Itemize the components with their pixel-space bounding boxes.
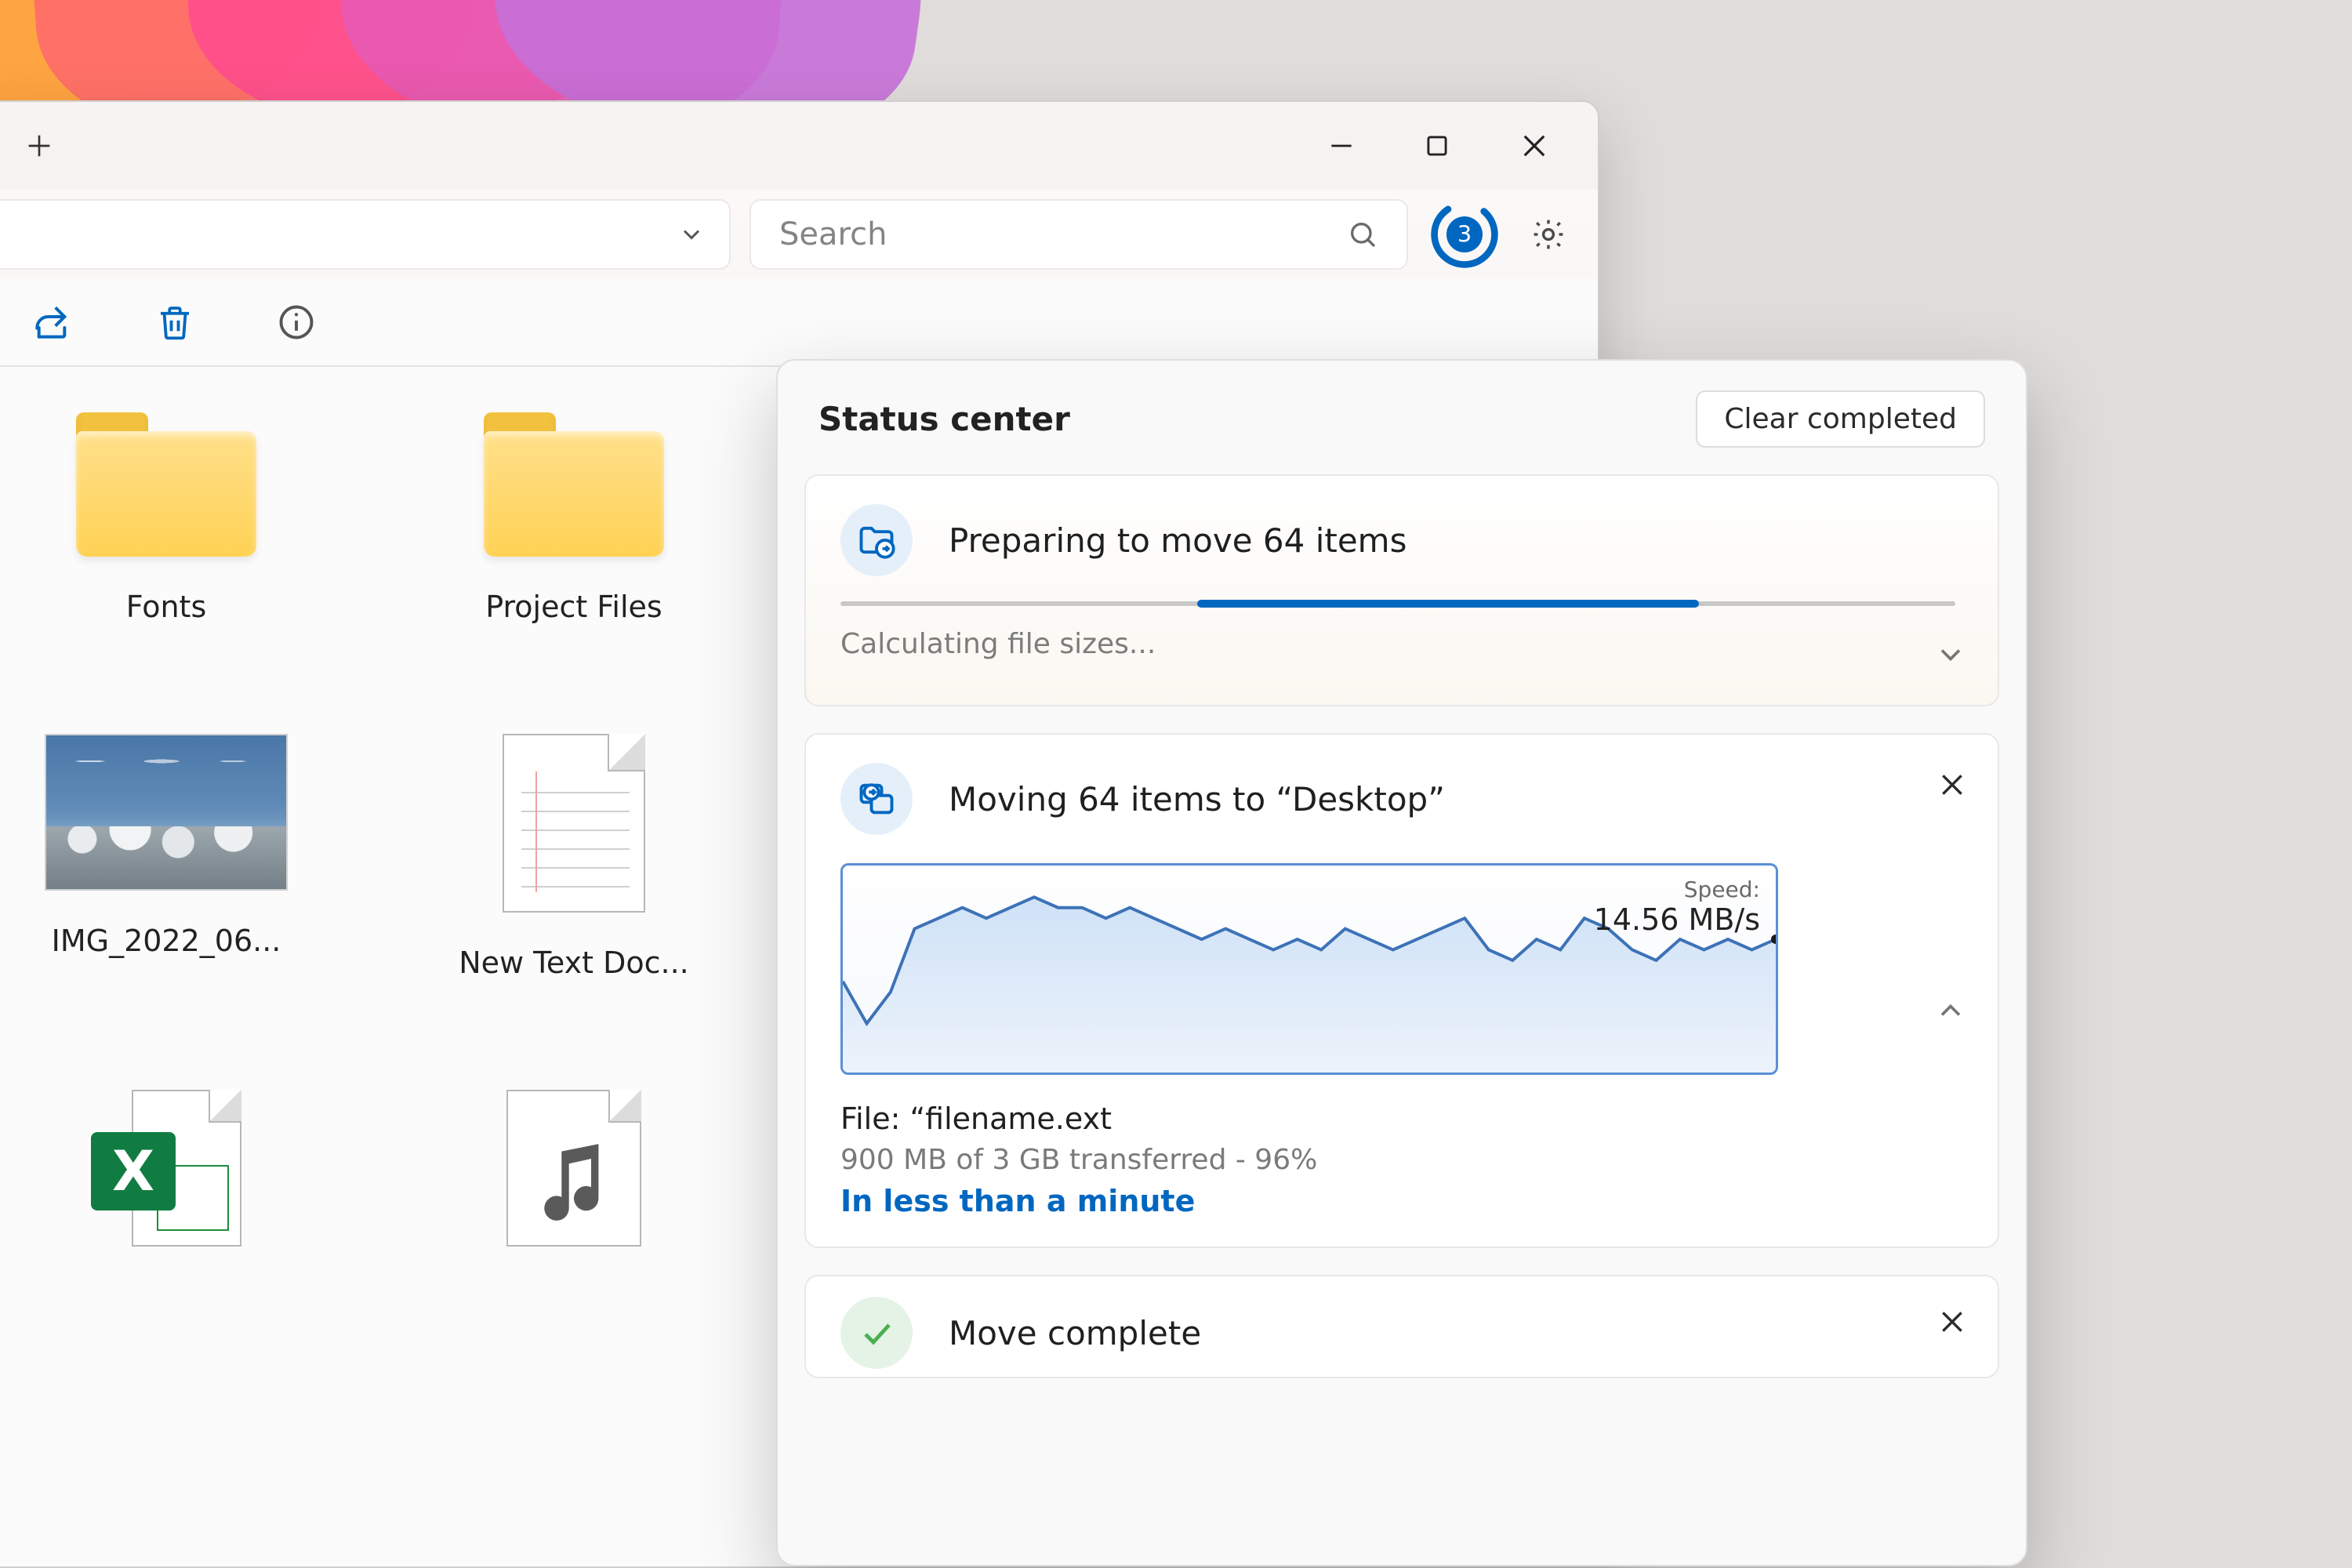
titlebar <box>0 102 1598 190</box>
share-icon[interactable] <box>30 300 74 344</box>
expand-chevron-down-icon[interactable] <box>1933 637 1968 672</box>
status-card-subtext: Calculating file sizes... <box>840 628 1955 660</box>
status-card-moving: Moving 64 items to “Desktop” Speed: 14.5… <box>804 733 1999 1248</box>
close-button[interactable] <box>1518 129 1551 162</box>
file-label: Fonts <box>17 590 315 624</box>
file-line: File: “filename.ext <box>840 1102 1955 1136</box>
speed-label: Speed: <box>1594 877 1760 902</box>
file-item-audio[interactable] <box>425 1090 723 1279</box>
minimize-button[interactable] <box>1327 129 1356 162</box>
file-label: New Text Doc... <box>425 946 723 980</box>
check-icon <box>840 1297 913 1369</box>
file-label: Project Files <box>425 590 723 624</box>
eta-line: In less than a minute <box>840 1184 1955 1218</box>
audio-file-icon <box>506 1090 641 1247</box>
excel-file-icon: X <box>91 1090 241 1247</box>
status-card-preparing: Preparing to move 64 items Calculating f… <box>804 474 1999 706</box>
close-icon[interactable] <box>1936 769 1968 800</box>
delete-icon[interactable] <box>154 301 196 343</box>
settings-button[interactable] <box>1521 207 1576 262</box>
image-thumbnail <box>45 734 288 891</box>
new-tab-button[interactable] <box>24 130 55 162</box>
file-label: IMG_2022_06... <box>17 924 315 958</box>
status-center-popover: Status center Clear completed Preparing … <box>776 359 2027 1566</box>
address-bar[interactable] <box>0 199 731 270</box>
folder-icon <box>76 412 256 557</box>
folder-icon <box>484 412 664 557</box>
info-icon[interactable] <box>276 302 317 343</box>
clear-completed-button[interactable]: Clear completed <box>1696 390 1985 448</box>
search-input[interactable]: Search <box>750 199 1408 270</box>
status-center-title: Status center <box>818 400 1070 438</box>
transferred-line: 900 MB of 3 GB transferred - 96% <box>840 1144 1955 1176</box>
maximize-button[interactable] <box>1422 129 1452 162</box>
file-item-folder[interactable]: Fonts <box>17 412 315 624</box>
file-grid: Fonts Project Files IMG_2022_06... New T… <box>0 367 746 1279</box>
search-placeholder: Search <box>779 216 1347 252</box>
status-center-button[interactable]: 3 <box>1427 197 1502 272</box>
move-to-icon <box>840 763 913 835</box>
text-file-icon <box>503 734 645 913</box>
file-item-folder[interactable]: Project Files <box>425 412 723 624</box>
search-icon <box>1347 219 1378 250</box>
status-card-title: Preparing to move 64 items <box>949 521 1406 560</box>
progress-bar <box>840 601 1955 606</box>
status-card-complete: Move complete <box>804 1275 1999 1378</box>
file-item-text[interactable]: New Text Doc... <box>425 734 723 980</box>
toolbar <box>0 279 1598 367</box>
nav-row: Search 3 <box>0 190 1598 279</box>
status-card-title: Move complete <box>949 1314 1201 1352</box>
close-icon[interactable] <box>1936 1306 1968 1338</box>
folder-move-icon <box>840 504 913 576</box>
transfer-speed-chart: Speed: 14.56 MB/s <box>840 863 1778 1075</box>
speed-value: 14.56 MB/s <box>1594 902 1760 937</box>
address-history-chevron-icon[interactable] <box>677 220 706 249</box>
collapse-chevron-up-icon[interactable] <box>1933 993 1968 1028</box>
status-badge-count: 3 <box>1457 221 1472 248</box>
status-card-title: Moving 64 items to “Desktop” <box>949 780 1445 818</box>
file-item-image[interactable]: IMG_2022_06... <box>17 734 315 980</box>
file-item-excel[interactable]: X <box>17 1090 315 1279</box>
